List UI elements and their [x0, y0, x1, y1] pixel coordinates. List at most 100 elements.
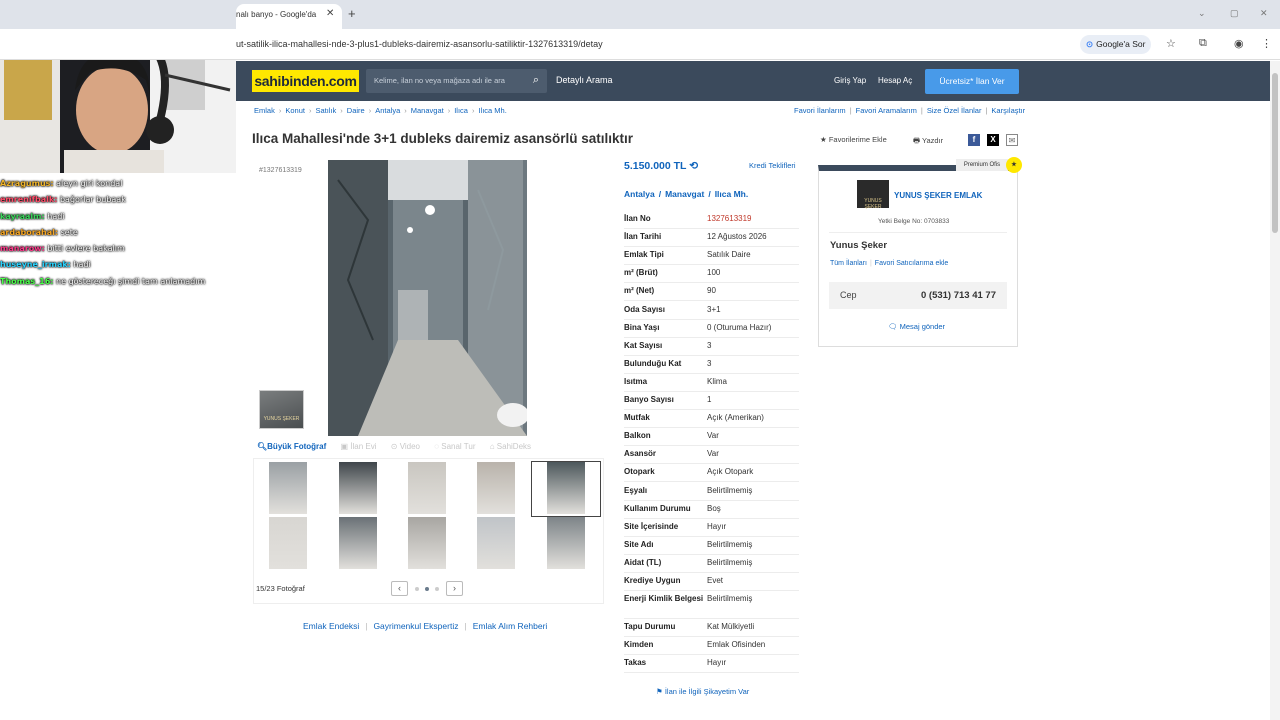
breadcrumb-item[interactable]: Ilıca: [454, 106, 468, 115]
pager-dot-active[interactable]: [425, 587, 429, 591]
close-window-icon[interactable]: ✕: [1260, 8, 1268, 19]
detail-row: Oda Sayısı 3+1: [624, 302, 799, 320]
breadcrumb-item[interactable]: Daire: [347, 106, 365, 115]
add-favorite-link[interactable]: ★ Favorilerime Ekle: [820, 135, 887, 144]
detail-value: 3: [707, 340, 712, 350]
detail-row: Isıtma Klima: [624, 374, 799, 392]
pager-dot[interactable]: [415, 587, 419, 591]
ilan-evi-button[interactable]: ▣ İlan Evi: [341, 442, 377, 451]
chat-text: hadi: [44, 211, 65, 221]
report-link[interactable]: ⚑ İlan ile İlgili Şikayetim Var: [656, 687, 749, 696]
scrollbar[interactable]: [1270, 61, 1280, 720]
thumbnail[interactable]: [547, 517, 585, 569]
thumbnail[interactable]: [408, 517, 446, 569]
separator: |: [985, 106, 988, 115]
post-ad-button[interactable]: Ücretsiz* İlan Ver: [925, 69, 1019, 94]
location-item[interactable]: Ilıca Mh.: [715, 189, 749, 199]
search-icon[interactable]: ⌕: [533, 74, 539, 87]
separator: ›: [308, 106, 312, 115]
footer-link[interactable]: Emlak Endeksi: [303, 621, 359, 631]
main-photo[interactable]: [328, 160, 527, 436]
email-share-icon[interactable]: ✉: [1006, 134, 1018, 146]
send-message-label: Mesaj gönder: [899, 322, 946, 331]
location-item[interactable]: Antalya: [624, 189, 655, 199]
menu-icon[interactable]: ⋮: [1261, 37, 1272, 50]
detail-row: Otopark Açık Otopark: [624, 464, 799, 483]
virtual-tour-button[interactable]: ◌ Sanal Tur: [434, 442, 475, 451]
breadcrumb-item[interactable]: Emlak: [254, 106, 275, 115]
all-listings-link[interactable]: Tüm İlanları: [830, 260, 867, 267]
google-sor-button[interactable]: ⊙ Google'a Sor: [1080, 35, 1152, 54]
fav-link[interactable]: Favori İlanlarım: [794, 106, 846, 115]
breadcrumb-item[interactable]: Satılık: [315, 106, 336, 115]
detail-label: Kullanım Durumu: [624, 503, 691, 513]
star-icon[interactable]: ☆: [1166, 37, 1176, 50]
thumbnail[interactable]: [339, 517, 377, 569]
site-logo[interactable]: sahibinden.com: [252, 70, 359, 92]
thumbnail[interactable]: [269, 517, 307, 569]
thumbnail[interactable]: [477, 517, 515, 569]
profile-icon[interactable]: ◉: [1234, 37, 1244, 50]
breadcrumb-item[interactable]: Antalya: [375, 106, 400, 115]
prev-page-button[interactable]: ‹: [391, 581, 408, 596]
detail-label: Emlak Tipi: [624, 250, 664, 260]
thumbnail[interactable]: [339, 462, 377, 514]
detail-label: Bulunduğu Kat: [624, 358, 682, 368]
agent-logo[interactable]: YUNUS ŞEKER: [857, 180, 889, 210]
detayli-arama-link[interactable]: Detaylı Arama: [556, 75, 613, 85]
listing-title: Ilıca Mahallesi'nde 3+1 dubleks dairemiz…: [252, 131, 633, 146]
thumbnail[interactable]: [408, 462, 446, 514]
pager-dot[interactable]: [435, 587, 439, 591]
thumbnail[interactable]: [477, 462, 515, 514]
chat-message: kayraalm: hadi: [0, 209, 236, 225]
footer-link[interactable]: Gayrimenkul Ekspertiz: [373, 621, 458, 631]
detail-value: Belirtilmemiş: [707, 485, 753, 495]
browser-tabbar: nalı banyo - Google'da ✕ + ⌄ ▢ ✕: [0, 0, 1280, 29]
credit-offers-link[interactable]: Kredi Teklifleri: [749, 161, 796, 170]
breadcrumb-item[interactable]: Ilıca Mh.: [478, 106, 506, 115]
dropdown-icon[interactable]: ⌄: [1198, 8, 1206, 19]
search-input[interactable]: Kelime, ilan no veya mağaza adı ile ara …: [366, 69, 547, 93]
large-photo-button[interactable]: 🔍︎Büyük Fotoğraf: [257, 442, 326, 451]
detail-value: 1327613319: [707, 214, 752, 223]
fav-seller-link[interactable]: Favori Satıcılarıma ekle: [875, 260, 949, 267]
print-link[interactable]: 🖶 Yazdır: [913, 135, 943, 148]
location-item[interactable]: Manavgat: [665, 189, 704, 199]
agent-person: Yunus Şeker: [830, 240, 888, 251]
next-page-button[interactable]: ›: [446, 581, 463, 596]
agent-store-name[interactable]: YUNUS ŞEKER EMLAK: [894, 191, 982, 200]
facebook-icon[interactable]: f: [968, 134, 980, 146]
thumbnail[interactable]: [269, 462, 307, 514]
video-button[interactable]: ⊙ Video: [391, 442, 420, 451]
price-value: 5.150.000 TL: [624, 160, 687, 172]
register-link[interactable]: Hesap Aç: [878, 76, 912, 85]
new-tab-icon[interactable]: +: [348, 6, 356, 21]
footer-link[interactable]: Emlak Alım Rehberi: [473, 621, 548, 631]
phone-number[interactable]: 0 (531) 713 41 77: [921, 290, 996, 301]
chat-message: Azragumus: aleyn giri kondal: [0, 176, 236, 192]
breadcrumb-item[interactable]: Konut: [285, 106, 305, 115]
detail-row: Kullanım Durumu Boş: [624, 501, 799, 519]
breadcrumb-item[interactable]: Manavgat: [411, 106, 444, 115]
sahideks-button[interactable]: ⌂ SahiDeks: [490, 442, 531, 451]
scrollbar-thumb[interactable]: [1272, 73, 1278, 233]
fav-link[interactable]: Karşılaştır: [991, 106, 1025, 115]
detail-label: m² (Brüt): [624, 268, 658, 278]
agent-logo-thumb[interactable]: YUNUS ŞEKER: [259, 390, 304, 429]
login-link[interactable]: Giriş Yap: [834, 76, 866, 85]
restore-icon[interactable]: ▢: [1230, 8, 1239, 19]
x-twitter-icon[interactable]: X: [987, 134, 999, 146]
send-message-link[interactable]: 🗨︎ Mesaj gönder: [888, 322, 945, 331]
close-tab-icon[interactable]: ✕: [326, 8, 334, 19]
price: 5.150.000 TL ⟲: [624, 160, 698, 172]
fav-link[interactable]: Favori Aramalarım: [856, 106, 917, 115]
detail-value: Hayır: [707, 521, 727, 531]
history-icon[interactable]: ⟲: [689, 160, 698, 172]
separator: |: [849, 106, 852, 115]
detail-row: Site Adı Belirtilmemiş: [624, 537, 799, 555]
fav-link[interactable]: Size Özel İlanlar: [927, 106, 982, 115]
url-text[interactable]: ut-satilik-ilica-mahallesi-nde-3-plus1-d…: [236, 39, 603, 49]
extensions-icon[interactable]: ⧉: [1199, 37, 1207, 50]
footer-links: Emlak Endeksi | Gayrimenkul Ekspertiz | Emla…: [303, 621, 547, 631]
home-icon: ⌂: [489, 442, 497, 451]
